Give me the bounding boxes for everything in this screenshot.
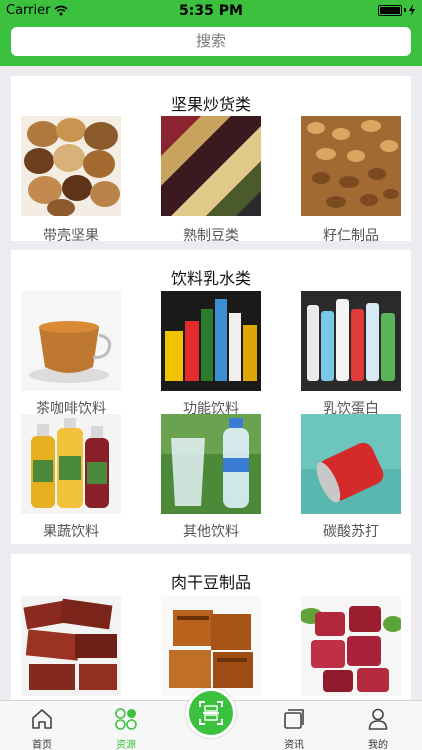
product-image-soda xyxy=(301,414,401,514)
product-image-jerky xyxy=(21,596,121,696)
scan-icon xyxy=(199,701,223,725)
category-item[interactable] xyxy=(301,596,401,696)
section-title: 坚果炒货类 xyxy=(170,95,251,114)
category-item[interactable]: 茶咖啡饮料 xyxy=(21,291,121,417)
item-label: 其他饮料 xyxy=(183,524,239,540)
item-label: 果蔬饮料 xyxy=(43,524,99,540)
battery-icon xyxy=(378,4,402,16)
tab-label: 资源 xyxy=(116,740,136,750)
tab-label: 我的 xyxy=(368,740,388,750)
category-card-nuts: 坚果炒货类 带壳坚果 熟制豆类 籽仁制品 xyxy=(11,76,411,244)
category-item[interactable] xyxy=(161,596,261,696)
profile-icon xyxy=(368,708,388,730)
product-image-kernels xyxy=(301,116,401,216)
product-image-beans xyxy=(161,116,261,216)
product-image-water xyxy=(161,414,261,514)
category-item[interactable]: 碳酸苏打 xyxy=(301,414,401,540)
tab-label: 首页 xyxy=(32,740,52,750)
scan-button[interactable] xyxy=(186,688,236,738)
product-image-tofu xyxy=(161,596,261,696)
category-item[interactable]: 带壳坚果 xyxy=(21,116,121,244)
category-item[interactable]: 功能饮料 xyxy=(161,291,261,417)
tab-home[interactable]: 首页 xyxy=(12,701,72,750)
status-time: 5:35 PM xyxy=(179,3,243,19)
home-icon xyxy=(32,709,52,729)
tab-news[interactable]: 资讯 xyxy=(264,701,324,750)
news-icon xyxy=(284,709,304,729)
category-card-meat: 肉干豆制品 xyxy=(11,554,411,700)
category-item[interactable]: 乳饮蛋白 xyxy=(301,291,401,417)
product-image-milk xyxy=(301,291,401,391)
category-item[interactable]: 熟制豆类 xyxy=(161,116,261,244)
tab-label: 资讯 xyxy=(284,740,304,750)
product-image-braised-meat xyxy=(301,596,401,696)
category-item[interactable] xyxy=(21,596,121,696)
tab-profile[interactable]: 我的 xyxy=(348,701,408,750)
tab-resources[interactable]: 资源 xyxy=(96,701,156,750)
product-image-tea xyxy=(21,291,121,391)
header-bar: Carrier 5:35 PM 搜索 xyxy=(0,0,422,66)
category-card-drinks: 饮料乳水类 茶咖啡饮料 功能饮料 乳饮蛋白 果蔬饮料 其他饮料 碳酸苏打 xyxy=(11,250,411,544)
charging-icon xyxy=(409,4,415,16)
item-label: 籽仁制品 xyxy=(323,228,379,244)
product-image-nuts xyxy=(21,116,121,216)
section-title: 饮料乳水类 xyxy=(170,269,251,288)
product-image-energy xyxy=(161,291,261,391)
item-label: 碳酸苏打 xyxy=(323,524,379,540)
category-list: 坚果炒货类 带壳坚果 熟制豆类 籽仁制品 饮料乳水类 茶咖啡饮料 功能饮料 乳饮… xyxy=(0,66,422,700)
section-title: 肉干豆制品 xyxy=(170,573,251,592)
battery-indicator xyxy=(378,4,416,16)
resources-icon xyxy=(115,708,137,730)
category-item[interactable]: 其他饮料 xyxy=(161,414,261,540)
status-bar: Carrier 5:35 PM xyxy=(0,0,422,22)
product-image-juice xyxy=(21,414,121,514)
item-label: 熟制豆类 xyxy=(183,228,239,244)
category-item[interactable]: 籽仁制品 xyxy=(301,116,401,244)
category-item[interactable]: 果蔬饮料 xyxy=(21,414,121,540)
search-input[interactable]: 搜索 xyxy=(11,27,411,56)
item-label: 带壳坚果 xyxy=(43,228,99,244)
